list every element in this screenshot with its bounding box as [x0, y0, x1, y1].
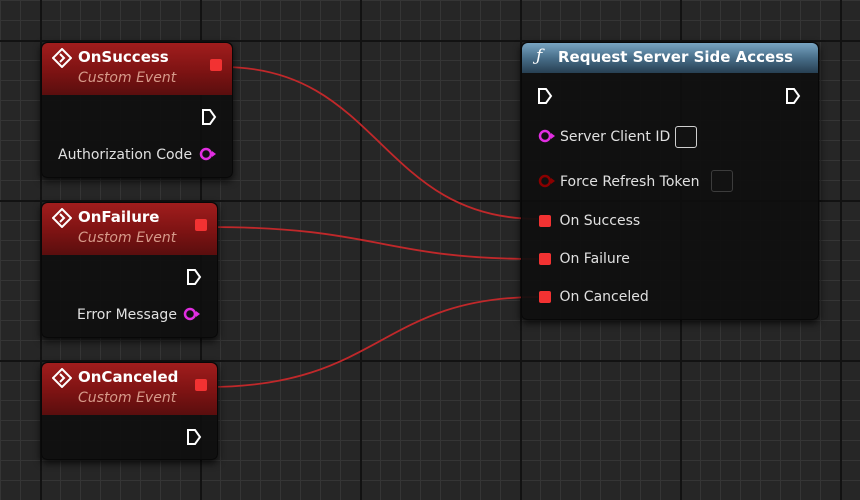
string-input-pin-icon[interactable] [538, 129, 556, 143]
pin-label: Force Refresh Token [560, 174, 700, 190]
event-node-header[interactable]: OnSuccess Custom Event [42, 43, 232, 95]
wire-onsuccess[interactable] [222, 66, 539, 220]
pin-label: On Failure [559, 251, 630, 267]
bool-input-pin-icon[interactable] [538, 174, 556, 188]
delegate-output-pin[interactable] [195, 219, 207, 231]
force-refresh-token-checkbox[interactable] [711, 170, 733, 192]
exec-output-pin-icon[interactable] [186, 428, 202, 446]
output-pin-label: Authorization Code [58, 147, 193, 163]
event-diamond-icon [52, 368, 72, 388]
event-node-onsuccess[interactable]: OnSuccess Custom Event Authorization Cod… [41, 42, 233, 178]
event-node-header[interactable]: OnCanceled Custom Event [42, 363, 217, 415]
wire-oncanceled[interactable] [207, 296, 539, 388]
delegate-input-pin[interactable] [539, 253, 551, 265]
event-title: OnSuccess [78, 48, 169, 66]
function-node-request-server-side-access[interactable]: ƒ Request Server Side Access Server Clie… [521, 42, 819, 320]
exec-output-pin-icon[interactable] [785, 87, 801, 105]
input-pin-on-canceled: On Canceled [539, 289, 649, 305]
event-title: OnCanceled [78, 368, 179, 386]
event-node-oncanceled[interactable]: OnCanceled Custom Event [41, 362, 218, 460]
input-pin-on-failure: On Failure [539, 251, 630, 267]
event-subtitle: Custom Event [78, 70, 177, 86]
string-output-pin-icon[interactable] [199, 147, 217, 161]
event-diamond-icon [52, 48, 72, 68]
delegate-input-pin[interactable] [539, 291, 551, 303]
function-title: Request Server Side Access [558, 48, 794, 66]
pin-label: On Success [559, 213, 641, 229]
delegate-input-pin[interactable] [539, 215, 551, 227]
delegate-output-pin[interactable] [210, 59, 222, 71]
function-icon: ƒ [536, 46, 543, 66]
output-pin-row: Authorization Code [58, 147, 217, 163]
event-node-header[interactable]: OnFailure Custom Event [42, 203, 217, 255]
exec-output-pin-icon[interactable] [201, 108, 217, 126]
event-diamond-icon [52, 208, 72, 228]
pin-label: Server Client ID [560, 129, 671, 145]
input-pin-force-refresh-token: Force Refresh Token [538, 174, 699, 190]
input-pin-on-success: On Success [539, 213, 640, 229]
delegate-output-pin[interactable] [195, 379, 207, 391]
event-title: OnFailure [78, 208, 160, 226]
exec-output-pin-icon[interactable] [186, 268, 202, 286]
function-node-header[interactable]: ƒ Request Server Side Access [522, 43, 818, 73]
output-pin-label: Error Message [77, 307, 177, 323]
exec-input-pin-icon[interactable] [537, 87, 553, 105]
output-pin-row: Error Message [77, 307, 201, 323]
wire-onfailure[interactable] [207, 226, 539, 260]
server-client-id-field[interactable] [675, 126, 697, 148]
event-node-onfailure[interactable]: OnFailure Custom Event Error Message [41, 202, 218, 338]
pin-label: On Canceled [559, 289, 649, 305]
event-subtitle: Custom Event [78, 390, 177, 406]
input-pin-server-client-id: Server Client ID [538, 129, 670, 145]
event-subtitle: Custom Event [78, 230, 177, 246]
string-output-pin-icon[interactable] [183, 307, 201, 321]
